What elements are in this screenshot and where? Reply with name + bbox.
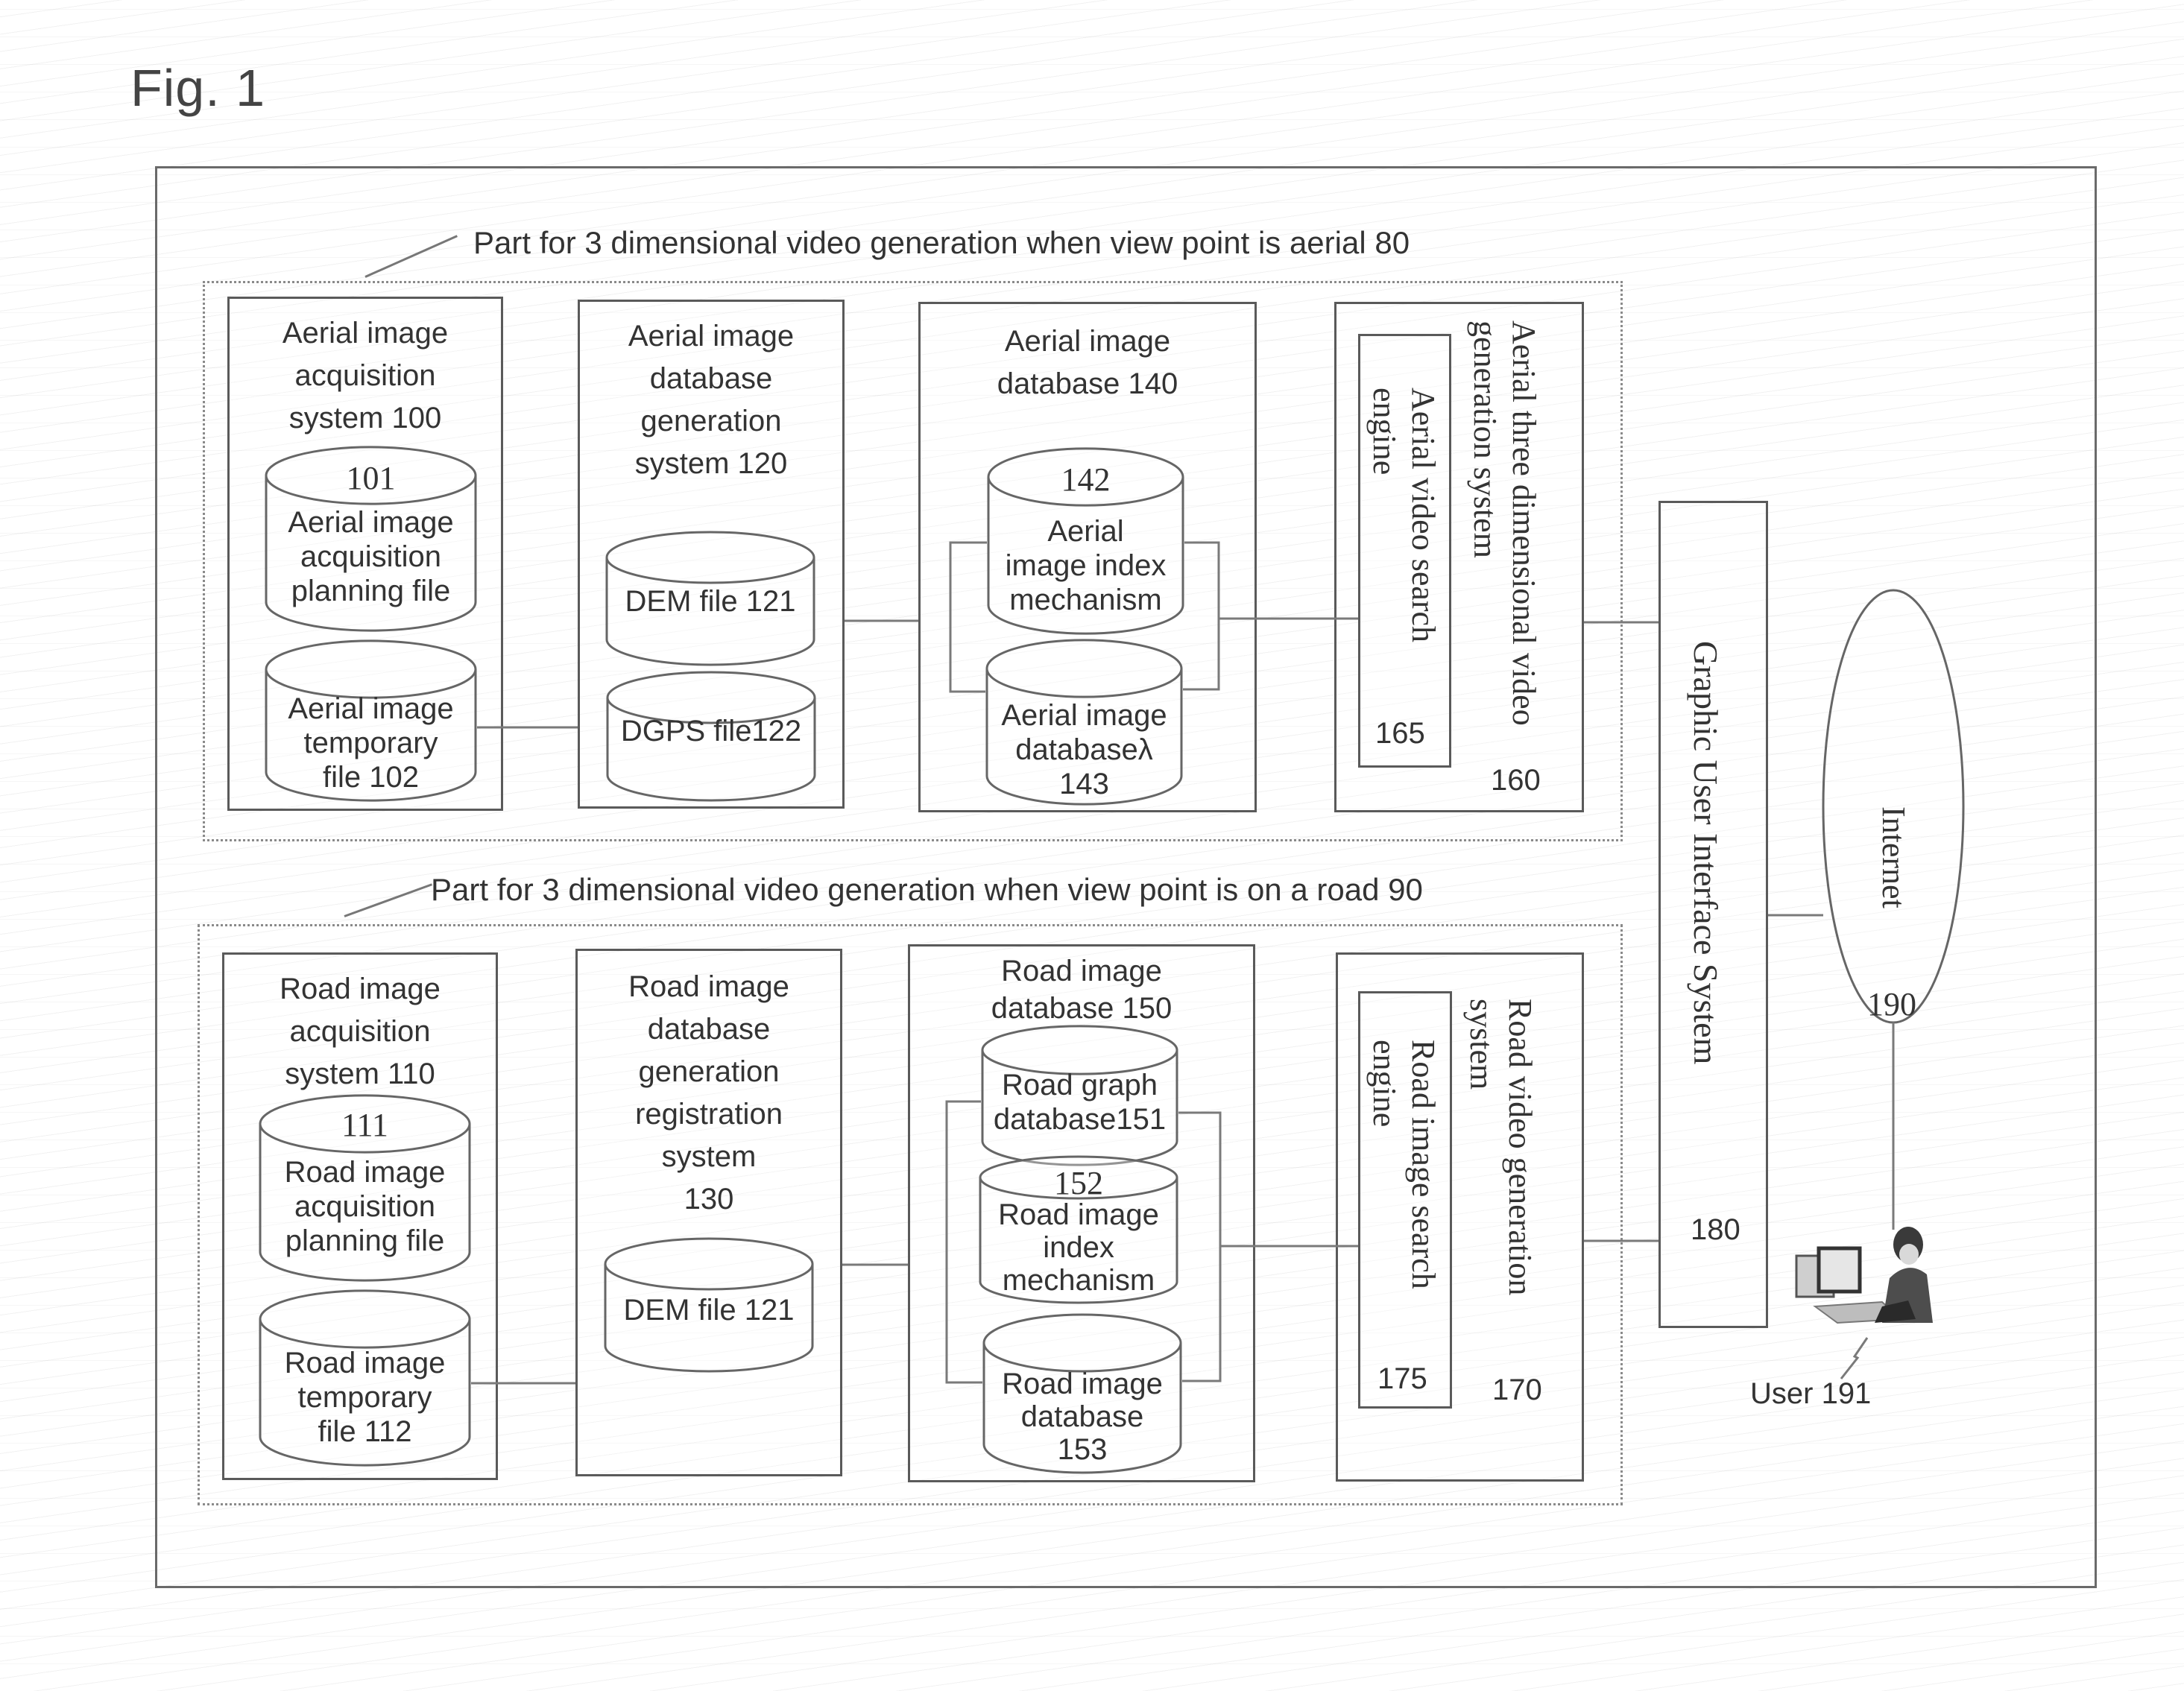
- gui-system-number: 180: [1691, 1213, 1740, 1246]
- aerial-image-database-title: Aerial image database 140: [997, 325, 1178, 400]
- aerial-database-store-cylinder: Aerial image databaseλ 143: [985, 639, 1183, 806]
- road-dem-file-label: DEM file 121: [623, 1294, 795, 1327]
- road-graph-database-cylinder: Road graph database151: [981, 1025, 1178, 1166]
- road-group-title: Part for 3 dimensional video generation …: [431, 872, 1423, 907]
- user-at-computer-icon: [1795, 1227, 1933, 1324]
- road-graph-database-label: Road graph database151: [993, 1069, 1167, 1136]
- road-index-mechanism-number: 152: [1054, 1165, 1103, 1201]
- road-temporary-file-label: Road image temporary file 112: [284, 1347, 446, 1448]
- road-acquisition-system-title: Road image acquisition system 110: [280, 973, 441, 1090]
- road-database-store-label: Road image database 153: [1002, 1368, 1163, 1466]
- internet-number: 190: [1867, 986, 1916, 1022]
- road-db-generation-system-box: Road image database generation registrat…: [575, 949, 842, 1476]
- internet-title: Internet: [1875, 806, 1912, 908]
- gui-system-title: Graphic User Interface System: [1687, 641, 1725, 1065]
- user-label: User 191: [1750, 1377, 1872, 1410]
- aerial-temporary-file-label: Aerial image temporary file 102: [288, 692, 454, 794]
- aerial-dgps-file-cylinder: DGPS file122: [606, 671, 816, 802]
- aerial-db-generation-system-title: Aerial image database generation system …: [628, 320, 795, 480]
- road-image-search-engine-number: 175: [1377, 1362, 1427, 1395]
- aerial-video-search-engine-number: 165: [1375, 717, 1425, 750]
- aerial-dgps-file-label: DGPS file122: [620, 715, 802, 747]
- aerial-video-generation-system-number: 160: [1491, 764, 1541, 797]
- user-icon: [1778, 1219, 1949, 1341]
- aerial-dem-file-label: DEM file 121: [625, 585, 796, 618]
- road-planning-file-number: 111: [341, 1107, 388, 1143]
- road-db-generation-system-title: Road image database generation registrat…: [628, 970, 789, 1216]
- aerial-acquisition-system-title: Aerial image acquisition system 100: [282, 317, 449, 434]
- road-video-generation-system-title: Road video generation system: [1463, 999, 1538, 1296]
- road-image-search-engine-title: Road image search engine: [1366, 1040, 1442, 1289]
- road-index-mechanism-label: Road image index mechanism: [998, 1198, 1159, 1297]
- aerial-dem-file-cylinder: DEM file 121: [605, 531, 815, 666]
- aerial-planning-file-label: Aerial image acquisition planning file: [288, 506, 454, 607]
- road-dem-file-cylinder: DEM file 121: [604, 1237, 814, 1373]
- road-image-database-title: Road image database 150: [991, 955, 1173, 1025]
- road-planning-file-label: Road image acquisition planning file: [284, 1156, 446, 1257]
- road-planning-file-cylinder: 111 Road image acquisition planning file: [259, 1094, 471, 1282]
- aerial-group-title: Part for 3 dimensional video generation …: [473, 225, 1410, 260]
- road-index-mechanism-cylinder: 152 Road image index mechanism: [979, 1155, 1178, 1304]
- aerial-video-search-engine-title: Aerial video search engine: [1366, 388, 1442, 643]
- aerial-planning-file-number: 101: [346, 460, 396, 496]
- aerial-index-mechanism-cylinder: 142 Aerial image index mechanism: [987, 447, 1184, 635]
- road-temporary-file-cylinder: Road image temporary file 112: [259, 1288, 471, 1467]
- aerial-video-generation-system-title: Aerial three dimensional video generatio…: [1467, 320, 1542, 726]
- road-database-store-cylinder: Road image database 153: [982, 1312, 1182, 1474]
- aerial-index-mechanism-number: 142: [1061, 461, 1111, 498]
- aerial-temporary-file-cylinder: Aerial image temporary file 102: [265, 639, 477, 802]
- aerial-planning-file-cylinder: 101 Aerial image acquisition planning fi…: [265, 446, 477, 632]
- aerial-index-mechanism-label: Aerial image index mechanism: [1005, 515, 1167, 616]
- aerial-database-store-label: Aerial image databaseλ 143: [1001, 699, 1167, 800]
- figure-title: Fig. 1: [130, 59, 266, 117]
- road-video-generation-system-number: 170: [1492, 1374, 1542, 1406]
